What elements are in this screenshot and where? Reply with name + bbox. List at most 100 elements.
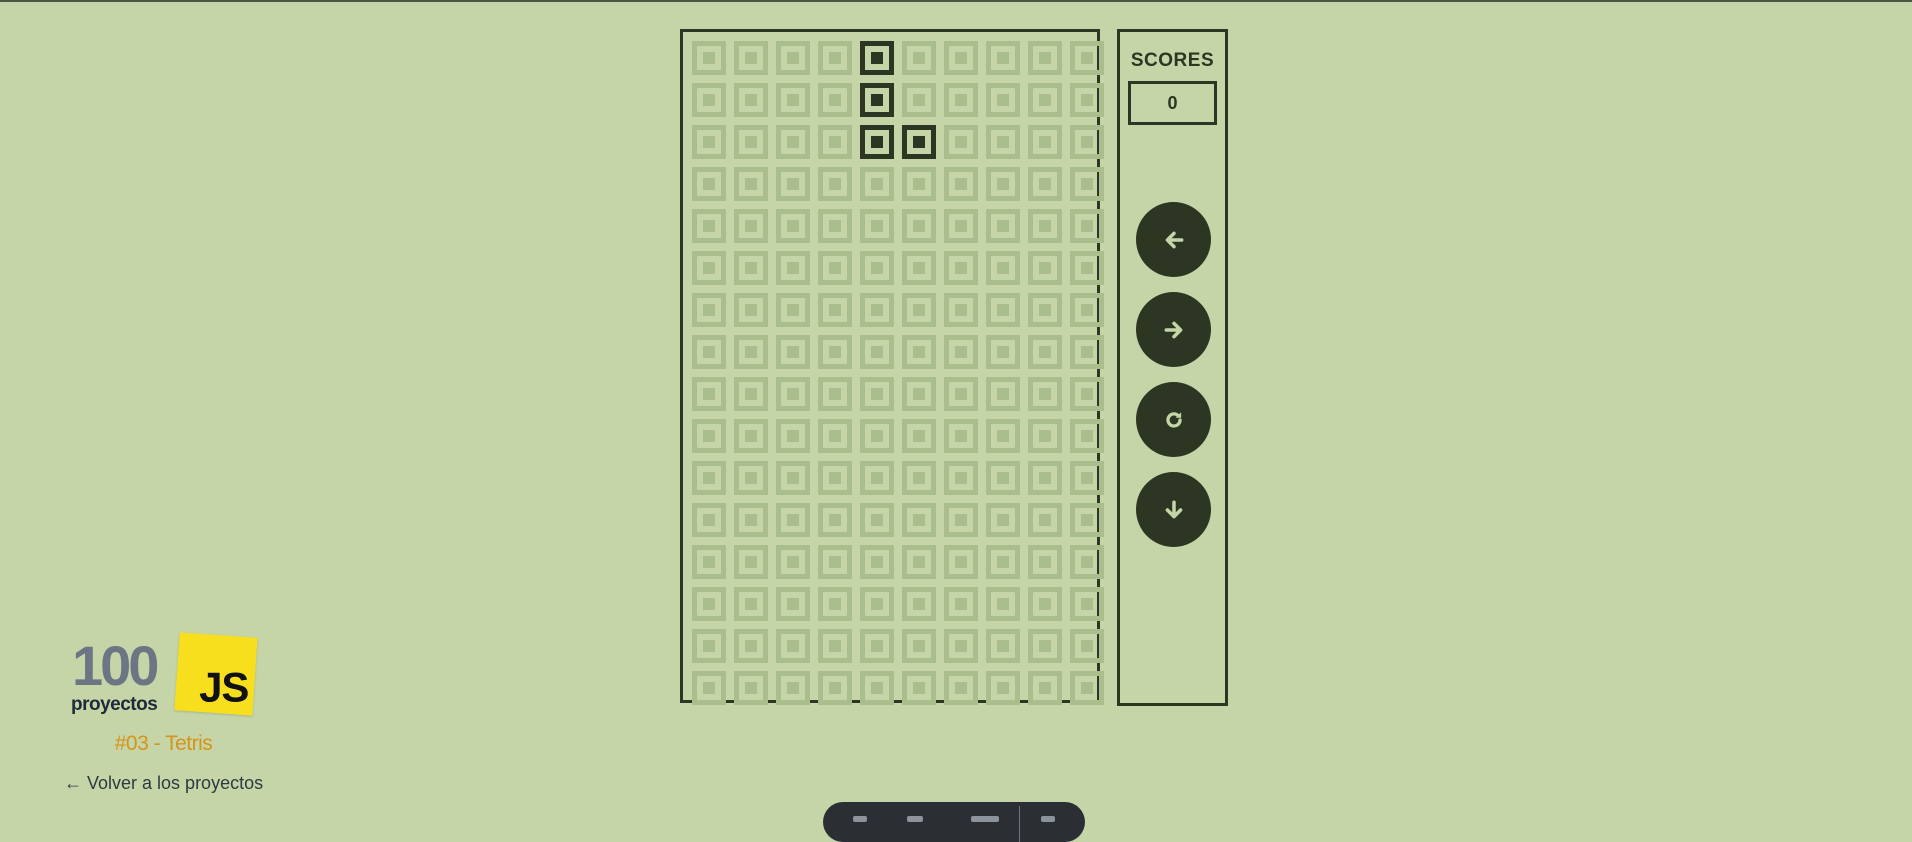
board-cell xyxy=(1024,79,1066,121)
move-left-button[interactable] xyxy=(1136,202,1211,277)
board-cell xyxy=(982,625,1024,667)
board-cell xyxy=(940,373,982,415)
board-cell xyxy=(730,37,772,79)
logo-number: 100 xyxy=(72,634,159,697)
board-cell xyxy=(982,79,1024,121)
board-cell xyxy=(1024,373,1066,415)
board-cell xyxy=(898,289,940,331)
board-cell xyxy=(1024,667,1066,709)
board-cell xyxy=(772,247,814,289)
board-cell xyxy=(730,79,772,121)
board-cell xyxy=(898,247,940,289)
board-cell xyxy=(730,121,772,163)
board-cell xyxy=(814,289,856,331)
board-cell xyxy=(772,457,814,499)
board-cell xyxy=(688,79,730,121)
board-cell xyxy=(772,625,814,667)
board-cell xyxy=(1024,541,1066,583)
board-cell xyxy=(772,331,814,373)
toolbar-icon[interactable] xyxy=(907,816,923,822)
board-cell xyxy=(940,499,982,541)
board-cell xyxy=(1024,415,1066,457)
board-cell xyxy=(1066,373,1108,415)
board-cell xyxy=(856,331,898,373)
board-cell xyxy=(772,541,814,583)
board-cell xyxy=(1066,583,1108,625)
board-cell xyxy=(940,247,982,289)
board-cell xyxy=(898,79,940,121)
board-cell xyxy=(730,205,772,247)
board-cell xyxy=(1066,121,1108,163)
board-cell xyxy=(688,205,730,247)
board-cell xyxy=(814,205,856,247)
board-cell xyxy=(814,79,856,121)
board-cell xyxy=(1066,541,1108,583)
board-cell xyxy=(1024,121,1066,163)
rotate-button[interactable] xyxy=(1136,382,1211,457)
board-cell xyxy=(730,457,772,499)
board-cell xyxy=(1066,499,1108,541)
board-cell-filled xyxy=(856,121,898,163)
toolbar-icon[interactable] xyxy=(1041,816,1055,822)
board-cell xyxy=(940,457,982,499)
game-board xyxy=(680,29,1104,705)
board-cell xyxy=(730,499,772,541)
board-cell xyxy=(814,163,856,205)
scores-title: SCORES xyxy=(1130,50,1215,71)
board-cell xyxy=(688,163,730,205)
board-cell xyxy=(772,121,814,163)
board-cell xyxy=(982,331,1024,373)
board-cell xyxy=(688,541,730,583)
board-cell xyxy=(688,331,730,373)
back-to-projects-link[interactable]: ← Volver a los proyectos xyxy=(64,773,263,794)
arrow-right-icon xyxy=(1164,321,1182,338)
move-right-button[interactable] xyxy=(1136,292,1211,367)
board-cell xyxy=(1066,415,1108,457)
board-cell xyxy=(772,289,814,331)
board-cell xyxy=(730,625,772,667)
board-cell xyxy=(730,163,772,205)
board-cell xyxy=(1024,37,1066,79)
board-cell xyxy=(898,667,940,709)
board-cell xyxy=(814,121,856,163)
board-cell xyxy=(940,79,982,121)
board-cell xyxy=(730,373,772,415)
board-cell xyxy=(856,415,898,457)
board-cell xyxy=(688,583,730,625)
board-grid xyxy=(688,37,1108,709)
board-cell xyxy=(814,541,856,583)
floating-toolbar[interactable] xyxy=(823,802,1085,842)
board-cell xyxy=(772,205,814,247)
board-cell xyxy=(688,499,730,541)
board-cell xyxy=(730,583,772,625)
toolbar-icon[interactable] xyxy=(853,816,867,822)
board-cell xyxy=(772,499,814,541)
arrow-down-icon xyxy=(1165,500,1182,518)
board-cell xyxy=(814,247,856,289)
board-cell xyxy=(898,205,940,247)
js-logo-text: JS xyxy=(198,663,249,711)
board-cell xyxy=(1066,79,1108,121)
board-cell xyxy=(1066,205,1108,247)
side-panel: SCORES 0 xyxy=(1117,29,1228,706)
board-cell xyxy=(688,121,730,163)
board-cell xyxy=(1066,247,1108,289)
board-cell xyxy=(940,289,982,331)
toolbar-icon[interactable] xyxy=(971,816,999,822)
move-down-button[interactable] xyxy=(1136,472,1211,547)
board-cell xyxy=(730,247,772,289)
score-value: 0 xyxy=(1128,81,1217,125)
board-cell xyxy=(856,247,898,289)
board-cell xyxy=(856,625,898,667)
board-cell-filled xyxy=(856,37,898,79)
board-cell xyxy=(1066,667,1108,709)
arrow-left-icon xyxy=(1165,231,1183,248)
board-cell xyxy=(1066,331,1108,373)
board-cell xyxy=(898,583,940,625)
board-cell xyxy=(688,289,730,331)
board-cell xyxy=(898,415,940,457)
board-cell xyxy=(1024,205,1066,247)
board-cell xyxy=(940,583,982,625)
board-cell xyxy=(982,205,1024,247)
board-cell xyxy=(898,457,940,499)
